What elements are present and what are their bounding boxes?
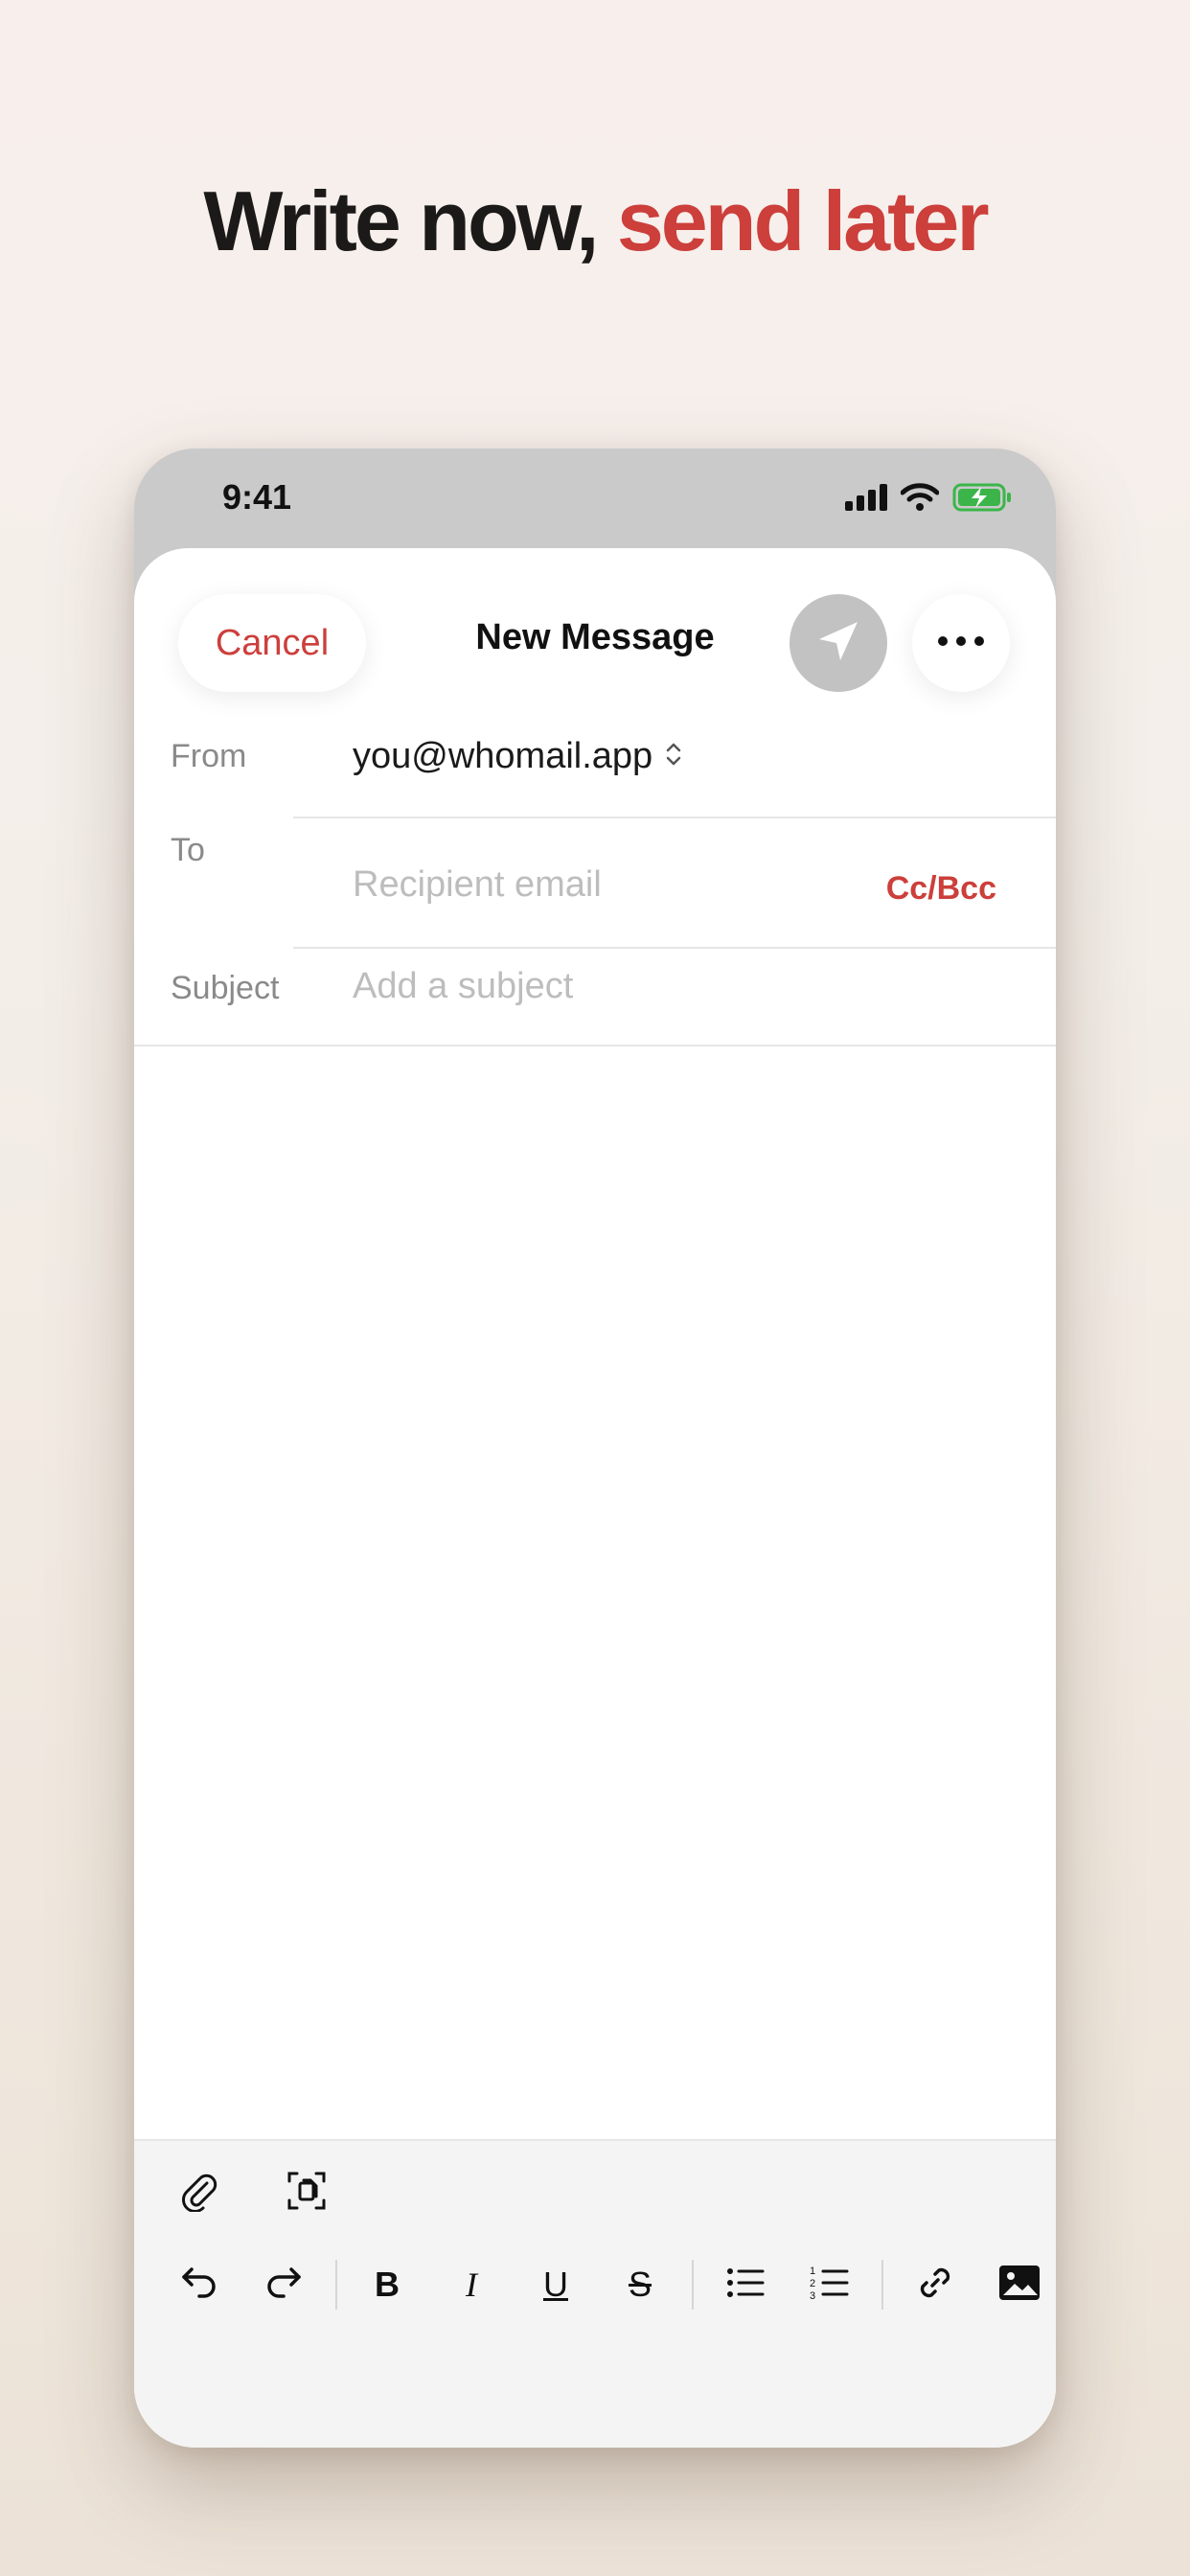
chevron-up-down-icon — [664, 740, 683, 773]
status-time: 9:41 — [222, 477, 292, 517]
svg-text:1: 1 — [810, 2266, 815, 2277]
bold-button[interactable]: B — [358, 2256, 416, 2313]
headline-part-1: Write now, — [203, 173, 617, 268]
ellipsis-icon — [937, 634, 985, 652]
numbered-list-button[interactable]: 1 2 3 — [801, 2256, 858, 2313]
send-button[interactable] — [790, 594, 887, 692]
headline-part-2: send later — [616, 173, 990, 268]
paper-plane-icon — [812, 614, 865, 673]
toolbar-separator — [692, 2260, 694, 2310]
insert-image-button[interactable] — [991, 2256, 1048, 2313]
compose-sheet: Cancel New Message From you@whomail.app … — [134, 548, 1056, 2448]
svg-text:3: 3 — [810, 2290, 815, 2302]
undo-button[interactable] — [171, 2256, 228, 2313]
strikethrough-icon: S — [628, 2265, 652, 2304]
cc-bcc-button[interactable]: Cc/Bcc — [886, 870, 996, 908]
toolbar-separator — [881, 2260, 883, 2310]
formatting-toolbar: B I U S 1 2 3 — [134, 2139, 1056, 2448]
italic-icon: I — [466, 2266, 477, 2304]
link-icon — [914, 2262, 956, 2309]
italic-button[interactable]: I — [443, 2256, 500, 2313]
scan-document-icon — [286, 2170, 328, 2217]
redo-button[interactable] — [255, 2256, 312, 2313]
toolbar-separator — [335, 2260, 337, 2310]
from-label: From — [171, 738, 247, 774]
numbered-list-icon: 1 2 3 — [809, 2262, 851, 2309]
link-button[interactable] — [906, 2256, 964, 2313]
paperclip-icon — [178, 2170, 220, 2217]
divider — [293, 816, 1056, 818]
to-label: To — [171, 832, 205, 868]
cellular-signal-icon — [845, 484, 887, 516]
recipient-input[interactable]: Recipient email — [353, 864, 602, 906]
strikethrough-button[interactable]: S — [611, 2256, 669, 2313]
svg-text:2: 2 — [810, 2278, 815, 2289]
from-value: you@whomail.app — [353, 736, 653, 776]
attach-button[interactable] — [171, 2164, 228, 2221]
headline: Write now, send later — [0, 172, 1190, 270]
message-body-editor[interactable] — [134, 1046, 1056, 2137]
subject-label: Subject — [171, 970, 280, 1006]
bullet-list-button[interactable] — [717, 2256, 774, 2313]
subject-input[interactable]: Add a subject — [353, 966, 573, 1007]
scan-document-button[interactable] — [278, 2164, 335, 2221]
compose-navbar: Cancel New Message — [134, 548, 1056, 721]
image-icon — [997, 2264, 1041, 2307]
wifi-icon — [900, 483, 940, 517]
phone-frame: 9:41 Cancel New Message From you@whomail… — [134, 448, 1056, 2448]
undo-icon — [178, 2262, 220, 2309]
underline-button[interactable]: U — [527, 2256, 584, 2313]
status-icons — [845, 483, 1012, 517]
bullet-list-icon — [724, 2262, 767, 2309]
status-bar: 9:41 — [134, 448, 1056, 548]
divider — [293, 947, 1056, 949]
battery-charging-icon — [952, 483, 1012, 517]
bold-icon: B — [375, 2265, 400, 2304]
underline-icon: U — [543, 2265, 568, 2304]
more-options-button[interactable] — [912, 594, 1010, 692]
from-selector[interactable]: you@whomail.app — [353, 736, 683, 777]
redo-icon — [263, 2262, 305, 2309]
